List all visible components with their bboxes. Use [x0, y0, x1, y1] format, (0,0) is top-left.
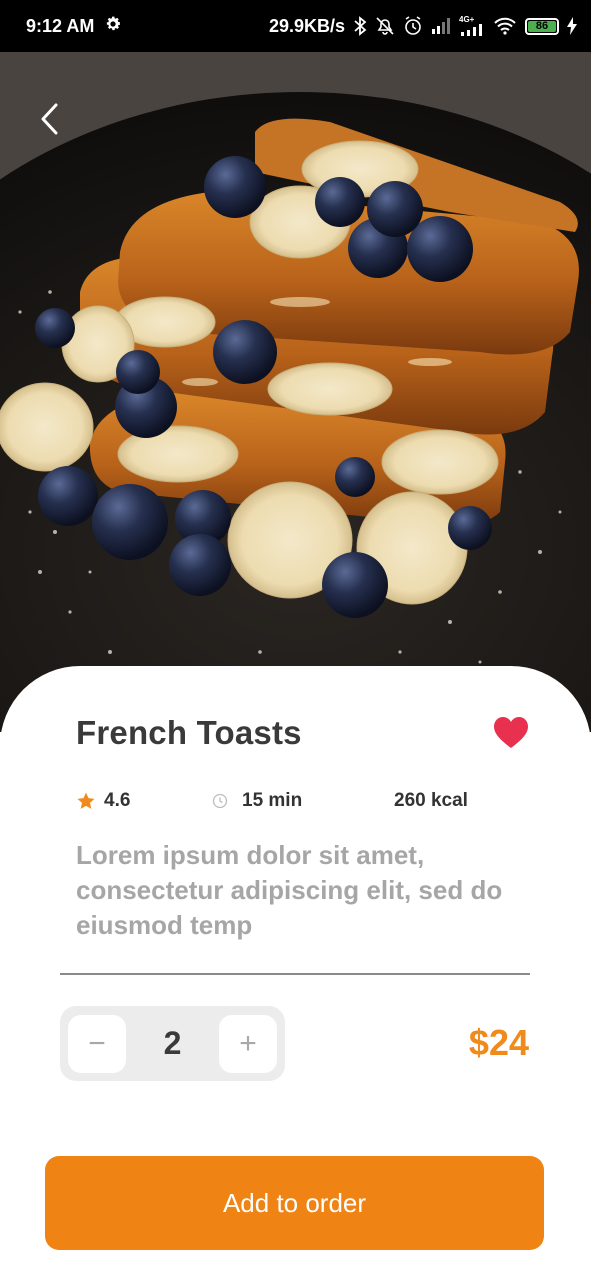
- product-description: Lorem ipsum dolor sit amet, consectetur …: [76, 840, 503, 940]
- add-to-order-button[interactable]: Add to order: [45, 1156, 544, 1250]
- quantity-stepper: − 2 +: [60, 1006, 285, 1081]
- bluetooth-icon: [353, 16, 367, 36]
- status-bar: 9:12 AM 29.9KB/s 4G+ 86: [0, 0, 591, 52]
- prep-time: 15 min: [212, 790, 302, 812]
- clock-icon: [212, 793, 228, 809]
- status-time: 9:12 AM: [26, 15, 95, 36]
- food-photo: [0, 52, 591, 732]
- signal-icon: [431, 18, 451, 34]
- divider: [60, 973, 530, 975]
- mute-icon: [375, 16, 395, 36]
- calories: 260 kcal: [394, 790, 468, 812]
- status-right: 29.9KB/s 4G+ 86: [269, 16, 577, 37]
- product-title: French Toasts: [76, 714, 302, 751]
- decrease-button[interactable]: −: [68, 1014, 126, 1073]
- signal-4g-icon: 4G+: [459, 16, 485, 36]
- star-icon: [77, 792, 95, 809]
- gear-icon: [104, 15, 122, 38]
- prep-time-value: 15 min: [242, 790, 303, 811]
- hero-image: [0, 52, 591, 732]
- heart-icon: [494, 717, 528, 748]
- battery-level: 86: [528, 20, 556, 32]
- quantity-value: 2: [163, 1025, 182, 1061]
- price: $24: [468, 1022, 529, 1063]
- network-speed: 29.9KB/s: [268, 15, 345, 36]
- rating: 4.6: [76, 790, 130, 812]
- wifi-icon: [493, 17, 517, 35]
- chevron-left-icon: [41, 103, 58, 135]
- calories-value: 260 kcal: [394, 790, 468, 811]
- alarm-icon: [403, 16, 423, 36]
- rating-value: 4.6: [104, 790, 131, 811]
- favorite-button[interactable]: [493, 716, 529, 750]
- status-left: 9:12 AM: [26, 15, 122, 38]
- increase-button[interactable]: +: [219, 1014, 277, 1073]
- network-type: 4G+: [459, 15, 475, 24]
- back-button[interactable]: [38, 102, 70, 142]
- battery-icon: 86: [525, 17, 559, 35]
- charging-icon: [567, 17, 577, 35]
